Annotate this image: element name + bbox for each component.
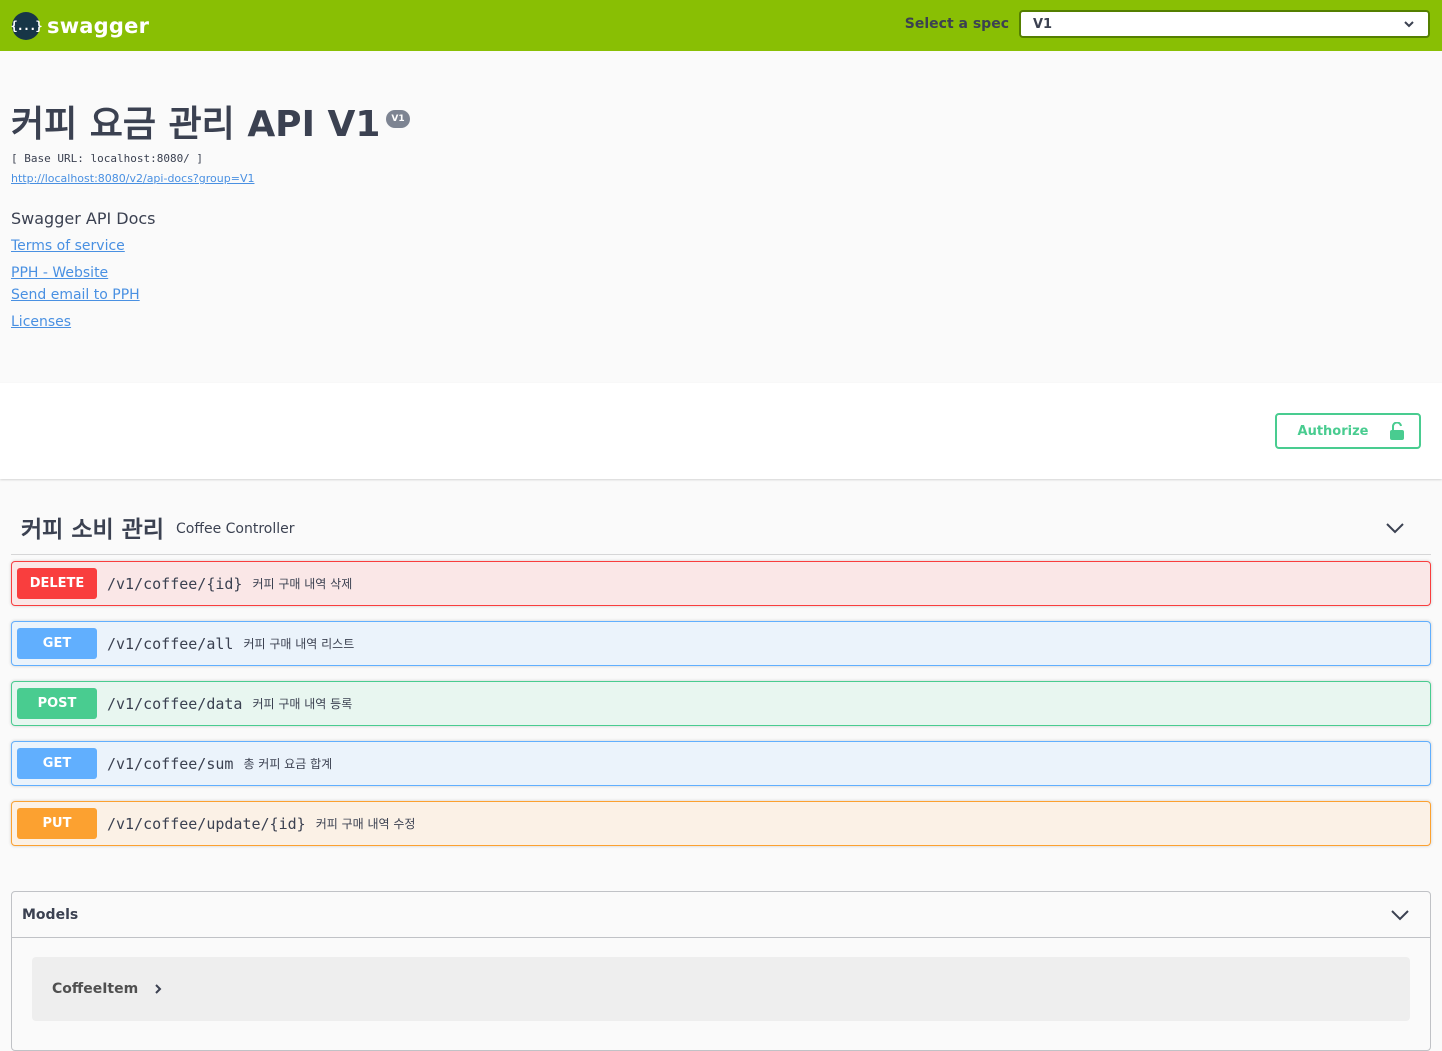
method-badge: GET (17, 748, 97, 779)
operation-path: /v1/coffee/data (107, 694, 243, 713)
tag-name: 커피 소비 관리 (21, 517, 164, 543)
email-link[interactable]: Send email to PPH (11, 287, 140, 303)
operation-summary: 커피 구매 내역 수정 (315, 817, 416, 831)
operation-delete-coffee-id[interactable]: DELETE /v1/coffee/{id} 커피 구매 내역 삭제 (11, 561, 1431, 606)
method-badge: POST (17, 688, 97, 719)
operation-path: /v1/coffee/{id} (107, 574, 243, 593)
spec-select[interactable]: V1 (1019, 10, 1430, 38)
method-badge: DELETE (17, 568, 97, 599)
swagger-logo-icon: {...} (10, 12, 43, 40)
topbar: {...} swagger Select a spec V1 (0, 0, 1442, 51)
tag-header-coffee[interactable]: 커피 소비 관리 Coffee Controller (11, 500, 1431, 555)
licenses-link[interactable]: Licenses (11, 314, 71, 330)
brand-name: swagger (47, 14, 150, 38)
base-url: [ Base URL: localhost:8080/ ] (11, 152, 204, 165)
chevron-down-icon[interactable] (1385, 518, 1405, 538)
authorize-label: Authorize (1297, 423, 1369, 439)
chevron-right-icon[interactable] (152, 983, 164, 995)
operation-summary: 커피 구매 내역 등록 (252, 697, 353, 711)
models-section: Models CoffeeItem (11, 891, 1431, 1051)
website-link[interactable]: PPH - Website (11, 265, 108, 281)
model-item-coffeeitem[interactable]: CoffeeItem (32, 957, 1410, 1021)
operation-summary: 커피 구매 내역 리스트 (243, 637, 355, 651)
spec-select-value: V1 (1033, 16, 1053, 32)
model-name: CoffeeItem (52, 981, 139, 997)
operation-put-coffee-update[interactable]: PUT /v1/coffee/update/{id} 커피 구매 내역 수정 (11, 801, 1431, 846)
brand-link[interactable]: {...} swagger (10, 11, 150, 41)
operation-summary: 커피 구매 내역 삭제 (252, 577, 353, 591)
operation-path: /v1/coffee/sum (107, 754, 234, 773)
operation-get-coffee-all[interactable]: GET /v1/coffee/all 커피 구매 내역 리스트 (11, 621, 1431, 666)
models-title: Models (22, 906, 79, 923)
method-badge: GET (17, 628, 97, 659)
unlock-icon (1390, 422, 1405, 440)
operation-get-coffee-sum[interactable]: GET /v1/coffee/sum 총 커피 요금 합계 (11, 741, 1431, 786)
version-badge: V1 (386, 110, 410, 128)
operation-path: /v1/coffee/all (107, 634, 234, 653)
api-docs-link[interactable]: http://localhost:8080/v2/api-docs?group=… (11, 172, 254, 185)
spec-label: Select a spec (904, 16, 1009, 32)
operation-summary: 총 커피 요금 합계 (243, 757, 333, 771)
method-badge: PUT (17, 808, 97, 839)
models-header[interactable]: Models (12, 892, 1430, 938)
page-title: 커피 요금 관리 API V1 (11, 104, 381, 145)
chevron-down-icon (1404, 21, 1414, 28)
operation-path: /v1/coffee/update/{id} (107, 814, 306, 833)
chevron-down-icon[interactable] (1390, 905, 1410, 925)
tag-description: Coffee Controller (175, 521, 295, 537)
scheme-container: Authorize (0, 383, 1442, 479)
api-description: Swagger API Docs (11, 209, 156, 228)
terms-of-service-link[interactable]: Terms of service (11, 238, 125, 254)
operation-post-coffee-data[interactable]: POST /v1/coffee/data 커피 구매 내역 등록 (11, 681, 1431, 726)
authorize-button[interactable]: Authorize (1275, 413, 1421, 449)
api-info: 커피 요금 관리 API V1 V1 [ Base URL: localhost… (11, 100, 1211, 330)
